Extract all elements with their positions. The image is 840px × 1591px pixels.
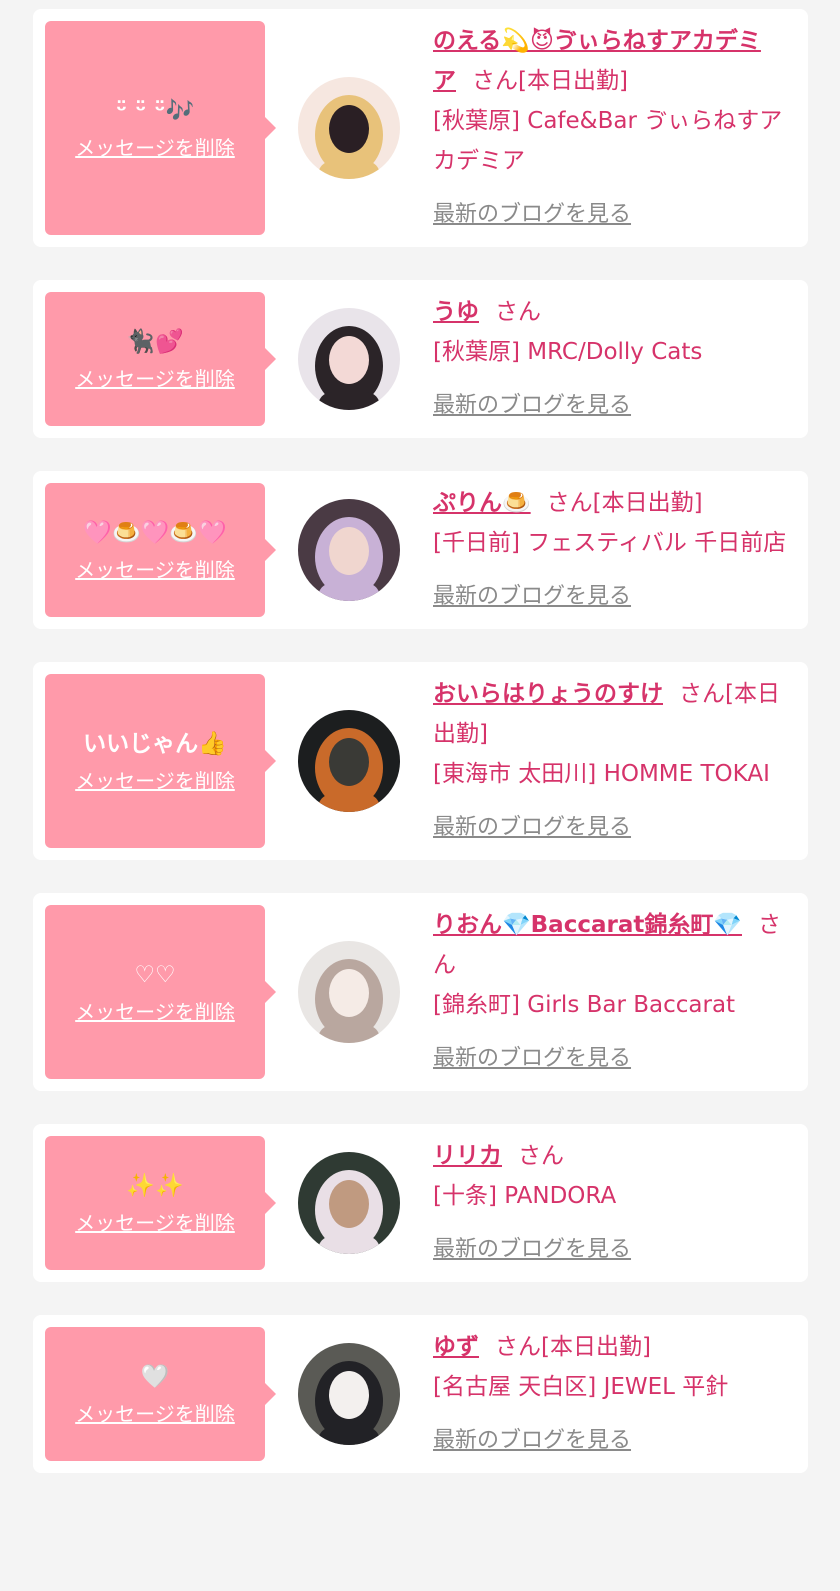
cast-name-link[interactable]: ぷりん🍮	[433, 490, 531, 516]
shop-name: [千日前] フェスティバル 千日前店	[433, 530, 787, 556]
avatar-container	[265, 1136, 433, 1270]
latest-blog-link[interactable]: 最新のブログを見る	[433, 808, 631, 848]
name-line: りおん💎Baccarat錦糸町💎 さん	[433, 905, 796, 985]
delete-message-link[interactable]: メッセージを削除	[75, 554, 235, 583]
avatar[interactable]	[298, 1152, 400, 1254]
honorific-status: さん	[495, 299, 541, 325]
honorific-status: さん[本日出勤]	[472, 68, 628, 94]
avatar-container	[265, 674, 433, 848]
message-bubble: いいじゃん👍 メッセージを削除	[45, 674, 276, 848]
message-card: ᵕ̈ ᵕ̈ ᵕ̈🎶 メッセージを削除 のえる💫😈ゔぃらねすアカデミア さん[本日出勤]…	[33, 9, 808, 247]
cast-info: ぷりん🍮 さん[本日出勤] [千日前] フェスティバル 千日前店最新のブログを見る	[433, 483, 796, 617]
message-list: ᵕ̈ ᵕ̈ ᵕ̈🎶 メッセージを削除 のえる💫😈ゔぃらねすアカデミア さん[本日出勤]…	[0, 0, 840, 1591]
cast-info: ゆず さん[本日出勤] [名古屋 天白区] JEWEL 平針最新のブログを見る	[433, 1327, 796, 1461]
message-text: 🤍	[140, 1363, 170, 1390]
message-bubble: ᵕ̈ ᵕ̈ ᵕ̈🎶 メッセージを削除	[45, 21, 276, 235]
cast-info: うゆ さん [秋葉原] MRC/Dolly Cats 最新のブログを見る	[433, 292, 796, 426]
cast-name-link[interactable]: リリカ	[433, 1143, 502, 1169]
message-text: ♡♡	[134, 961, 176, 988]
honorific-status: さん	[518, 1143, 564, 1169]
delete-message-link[interactable]: メッセージを削除	[75, 1207, 235, 1236]
message-text: 🐈‍⬛💕	[126, 328, 184, 355]
latest-blog-link[interactable]: 最新のブログを見る	[433, 577, 631, 617]
latest-blog-link[interactable]: 最新のブログを見る	[433, 1039, 631, 1079]
name-line: ぷりん🍮 さん[本日出勤]	[433, 483, 796, 523]
message-card: いいじゃん👍 メッセージを削除 おいらはりょうのすけ さん[本日出勤] [東海市 太田川…	[33, 662, 808, 860]
shop-name: [名古屋 天白区] JEWEL 平針	[433, 1374, 729, 1400]
delete-message-link[interactable]: メッセージを削除	[75, 765, 235, 794]
name-line: うゆ さん	[433, 292, 796, 332]
delete-message-link[interactable]: メッセージを削除	[75, 363, 235, 392]
message-card: ♡♡ メッセージを削除 りおん💎Baccarat錦糸町💎 さん [錦糸町] Girls …	[33, 893, 808, 1091]
name-line: のえる💫😈ゔぃらねすアカデミア さん[本日出勤]	[433, 21, 796, 101]
cast-name-link[interactable]: おいらはりょうのすけ	[433, 681, 663, 707]
avatar-container	[265, 21, 433, 235]
cast-info: リリカ さん [十条] PANDORA 最新のブログを見る	[433, 1136, 796, 1270]
delete-message-link[interactable]: メッセージを削除	[75, 1398, 235, 1427]
shop-name: [秋葉原] Cafe&Bar ゔぃらねすアカデミア	[433, 108, 783, 174]
message-bubble: 🤍 メッセージを削除	[45, 1327, 276, 1461]
cast-name-link[interactable]: ゆず	[433, 1334, 479, 1360]
cast-info: りおん💎Baccarat錦糸町💎 さん [錦糸町] Girls Bar Baccar…	[433, 905, 796, 1079]
message-text: ✨✨	[126, 1172, 184, 1199]
name-line: ゆず さん[本日出勤]	[433, 1327, 796, 1367]
message-text: いいじゃん👍	[83, 730, 227, 757]
latest-blog-link[interactable]: 最新のブログを見る	[433, 195, 631, 235]
avatar-container	[265, 483, 433, 617]
message-text: 🩷🍮🩷🍮🩷	[83, 519, 227, 546]
cast-info: おいらはりょうのすけ さん[本日出勤] [東海市 太田川] HOMME TOKAI 最…	[433, 674, 796, 848]
name-line: リリカ さん	[433, 1136, 796, 1176]
cast-info: のえる💫😈ゔぃらねすアカデミア さん[本日出勤] [秋葉原] Cafe&Bar ゔぃ…	[433, 21, 796, 235]
latest-blog-link[interactable]: 最新のブログを見る	[433, 1230, 631, 1270]
avatar-container	[265, 905, 433, 1079]
name-line: おいらはりょうのすけ さん[本日出勤]	[433, 674, 796, 754]
avatar[interactable]	[298, 941, 400, 1043]
avatar-container	[265, 292, 433, 426]
delete-message-link[interactable]: メッセージを削除	[75, 996, 235, 1025]
avatar[interactable]	[298, 1343, 400, 1445]
shop-name: [東海市 太田川] HOMME TOKAI	[433, 761, 770, 787]
shop-name: [錦糸町] Girls Bar Baccarat	[433, 992, 736, 1018]
delete-message-link[interactable]: メッセージを削除	[75, 132, 235, 161]
message-bubble: ✨✨ メッセージを削除	[45, 1136, 276, 1270]
shop-name: [十条] PANDORA	[433, 1183, 617, 1209]
honorific-status: さん[本日出勤]	[546, 490, 703, 516]
message-card: 🐈‍⬛💕 メッセージを削除 うゆ さん [秋葉原] MRC/Dolly Cats 最新のブ…	[33, 280, 808, 438]
cast-name-link[interactable]: うゆ	[433, 299, 479, 325]
avatar[interactable]	[298, 710, 400, 812]
avatar[interactable]	[298, 77, 400, 179]
shop-name: [秋葉原] MRC/Dolly Cats	[433, 339, 703, 365]
message-text: ᵕ̈ ᵕ̈ ᵕ̈🎶	[115, 97, 195, 124]
avatar[interactable]	[298, 308, 400, 410]
message-card: 🤍 メッセージを削除 ゆず さん[本日出勤] [名古屋 天白区] JEWEL 平針最新の…	[33, 1315, 808, 1473]
message-bubble: ♡♡ メッセージを削除	[45, 905, 276, 1079]
cast-name-link[interactable]: りおん💎Baccarat錦糸町💎	[433, 912, 742, 938]
message-card: ✨✨ メッセージを削除 リリカ さん [十条] PANDORA 最新のブログを見る	[33, 1124, 808, 1282]
message-card: 🩷🍮🩷🍮🩷 メッセージを削除 ぷりん🍮 さん[本日出勤] [千日前] フェスティバル 千…	[33, 471, 808, 629]
avatar-container	[265, 1327, 433, 1461]
message-bubble: 🩷🍮🩷🍮🩷 メッセージを削除	[45, 483, 276, 617]
message-bubble: 🐈‍⬛💕 メッセージを削除	[45, 292, 276, 426]
avatar[interactable]	[298, 499, 400, 601]
latest-blog-link[interactable]: 最新のブログを見る	[433, 1421, 631, 1461]
honorific-status: さん[本日出勤]	[495, 1334, 651, 1360]
latest-blog-link[interactable]: 最新のブログを見る	[433, 386, 631, 426]
